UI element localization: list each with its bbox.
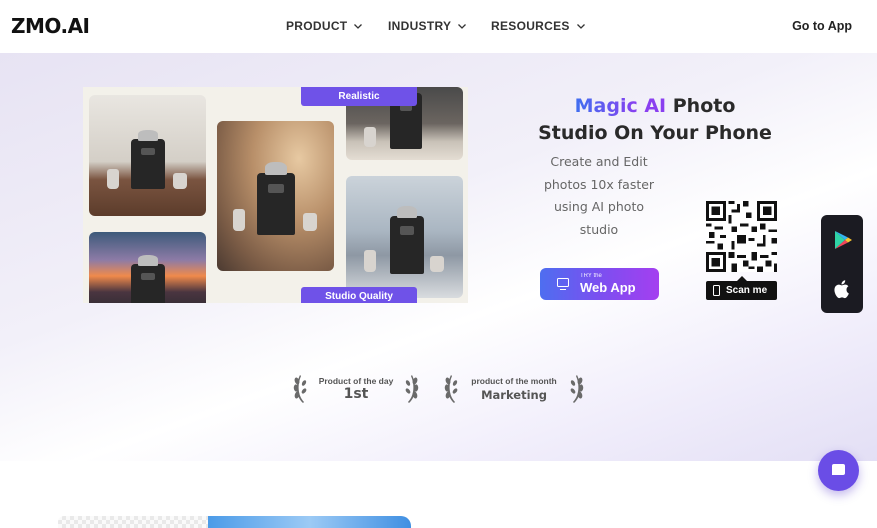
top-navbar: ZMO.AI PRODUCT INDUSTRY RESOURCES Go to …: [0, 0, 877, 53]
go-to-app-link[interactable]: Go to App: [792, 19, 852, 33]
award-day-value: 1st: [343, 386, 369, 402]
sample-photo-sunset: [89, 232, 206, 303]
hero-section: Realistic Studio Quality Magic AI Photo …: [0, 53, 877, 461]
nav-industry[interactable]: INDUSTRY: [388, 19, 467, 33]
title-line2: Studio On Your Phone: [538, 122, 772, 144]
try-web-app-button[interactable]: TRY the Web App: [540, 268, 659, 300]
logo[interactable]: ZMO.AI: [11, 14, 90, 38]
chevron-down-icon: [458, 24, 467, 29]
preview-transparent-bg: [58, 516, 208, 528]
qr-code: [706, 201, 777, 272]
nav-resources[interactable]: RESOURCES: [491, 19, 586, 33]
nav-industry-label: INDUSTRY: [388, 19, 452, 33]
sample-photo-city: [346, 176, 463, 298]
apple-icon[interactable]: [832, 278, 852, 300]
chat-button[interactable]: [818, 450, 859, 491]
hero-title: Magic AI Photo Studio On Your Phone: [530, 93, 780, 147]
try-label-big: Web App: [580, 280, 636, 295]
preview-sky-image: [208, 516, 411, 528]
title-magic: Magic: [574, 95, 638, 117]
monitor-icon: [557, 278, 569, 290]
nav-product-label: PRODUCT: [286, 19, 348, 33]
scan-me-label: Scan me: [706, 276, 777, 300]
hero-subtitle: Create and Edit photos 10x faster using …: [543, 154, 655, 237]
try-label-small: TRY the: [580, 273, 602, 279]
award-month-caption: product of the month: [471, 376, 557, 386]
sample-photo-kitchen: [89, 95, 206, 216]
chevron-down-icon: [576, 24, 585, 29]
chat-icon: [832, 464, 845, 475]
title-ai: AI: [644, 95, 667, 117]
award-day-caption: Product of the day: [318, 376, 394, 386]
nav-product[interactable]: PRODUCT: [286, 19, 363, 33]
laurel-right-icon: [570, 375, 584, 403]
title-photo: Photo: [672, 95, 736, 117]
award-product-of-the-day: Product of the day 1st: [293, 371, 419, 405]
nav-resources-label: RESOURCES: [491, 19, 570, 33]
tag-realistic: Realistic: [301, 87, 417, 106]
google-play-icon[interactable]: [832, 229, 854, 251]
chevron-down-icon: [354, 24, 363, 29]
award-product-of-the-month: product of the month Marketing: [444, 371, 584, 405]
photo-collage: Realistic Studio Quality: [83, 87, 468, 303]
award-month-value: Marketing: [481, 388, 547, 402]
phone-icon: [713, 285, 720, 296]
sample-photo-realistic: [217, 121, 334, 271]
tag-studio-quality: Studio Quality: [301, 287, 417, 303]
app-store-panel: [821, 215, 863, 313]
laurel-right-icon: [405, 375, 419, 403]
